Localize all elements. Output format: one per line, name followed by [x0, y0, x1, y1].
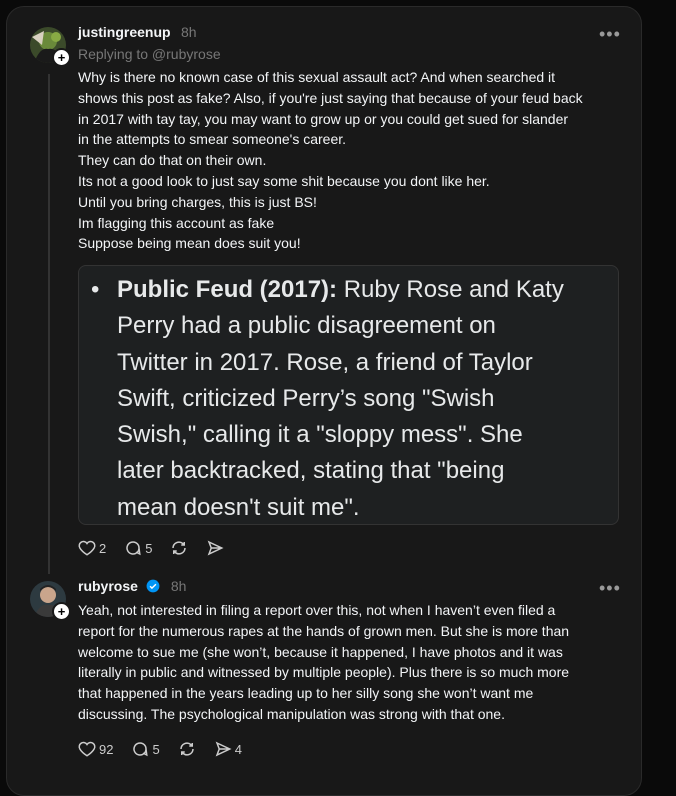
follow-plus-icon[interactable]: + [52, 602, 71, 621]
verified-badge-icon [146, 579, 160, 593]
post-time: 8h [181, 24, 197, 40]
share-button[interactable]: 4 [214, 740, 242, 758]
more-options-icon[interactable]: ••• [599, 25, 621, 43]
like-button[interactable]: 92 [78, 740, 113, 758]
send-icon [208, 540, 224, 556]
comment-button[interactable]: 5 [131, 740, 160, 758]
repost-icon [179, 742, 194, 756]
repost-icon [172, 541, 187, 555]
repost-button[interactable] [178, 740, 196, 758]
thread-card: + justingreenup 8h Replying to @rubyrose… [6, 6, 642, 796]
post-username[interactable]: justingreenup [78, 24, 171, 40]
post-actions: 2 5 [78, 539, 242, 557]
quote-heading: Public Feud (2017): [117, 276, 338, 303]
share-count: 4 [234, 741, 242, 757]
comment-count: 5 [152, 741, 160, 757]
comment-count: 5 [145, 540, 153, 556]
more-options-icon[interactable]: ••• [599, 579, 621, 597]
comment-button[interactable]: 5 [124, 539, 152, 557]
heart-icon [78, 540, 96, 556]
thread-connector-line [48, 74, 50, 574]
comment-icon [126, 541, 141, 556]
repost-button[interactable] [170, 539, 188, 557]
post-username[interactable]: rubyrose [78, 578, 138, 594]
post-body: Why is there no known case of this sexua… [78, 69, 583, 252]
bullet-point: • [91, 276, 100, 303]
like-count: 2 [99, 540, 107, 556]
like-count: 92 [99, 741, 114, 757]
share-button[interactable] [206, 539, 224, 557]
post-body: Yeah, not interested in filing a report … [78, 602, 570, 722]
post-time: 8h [170, 578, 187, 594]
comment-icon [133, 742, 149, 757]
post-actions: 92 5 4 [78, 740, 260, 758]
follow-plus-icon[interactable]: + [52, 48, 71, 67]
send-icon [215, 741, 232, 757]
attached-screenshot-image[interactable]: • Public Feud (2017): Ruby Rose and Katy… [78, 265, 619, 525]
like-button[interactable]: 2 [78, 539, 106, 557]
replying-to-label[interactable]: Replying to @rubyrose [78, 46, 221, 62]
heart-icon [78, 741, 96, 757]
